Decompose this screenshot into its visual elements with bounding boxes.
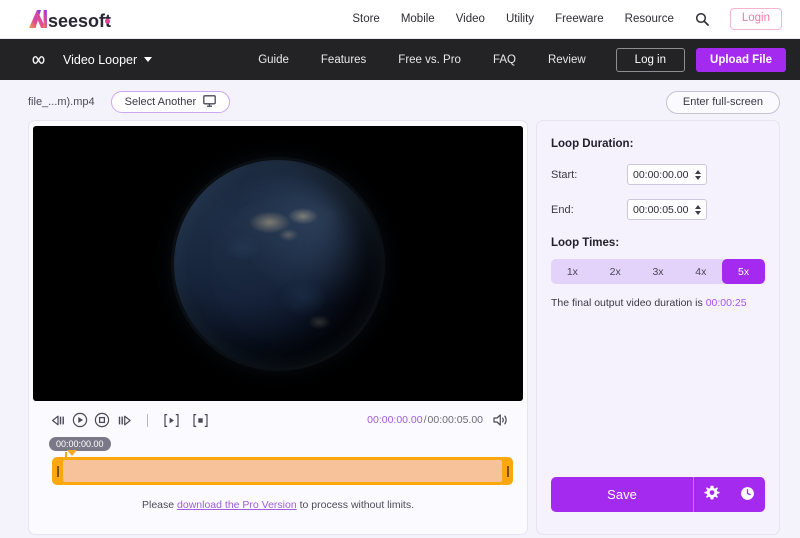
set-end-button[interactable] <box>189 409 211 431</box>
final-note-text: The final output video duration is <box>551 297 706 309</box>
loop-option-1x[interactable]: 1x <box>551 259 594 284</box>
stepper-up-icon[interactable] <box>695 169 701 174</box>
aiseesoft-logo[interactable]: seesoft <box>26 6 138 32</box>
nav-item-guide[interactable]: Guide <box>258 54 289 66</box>
video-preview[interactable] <box>33 126 523 401</box>
start-time-row: Start: 00:00:00.00 <box>551 164 765 185</box>
pro-version-note: Please download the Pro Version to proce… <box>29 499 527 511</box>
player-card: 00:00:00.00 / 00:00:05.00 00:00:00.00 Pl… <box>28 120 528 535</box>
product-name-label: Video Looper <box>63 52 138 67</box>
nav-item-review[interactable]: Review <box>548 54 586 66</box>
time-separator: / <box>423 414 427 426</box>
file-name-label: file_...m).mp4 <box>28 96 95 108</box>
loop-duration-section: Loop Duration: Start: 00:00:00.00 End: 0… <box>537 121 779 309</box>
topnav-item-utility[interactable]: Utility <box>506 13 534 25</box>
loop-option-5x[interactable]: 5x <box>722 259 765 284</box>
nav-item-free-vs-pro[interactable]: Free vs. Pro <box>398 54 461 66</box>
main-workspace: 00:00:00.00 / 00:00:05.00 00:00:00.00 Pl… <box>0 120 800 535</box>
login-button[interactable]: Login <box>729 8 782 30</box>
player-controls: 00:00:00.00 / 00:00:05.00 <box>29 405 527 435</box>
topnav-item-video[interactable]: Video <box>456 13 485 25</box>
save-button[interactable]: Save <box>551 477 693 512</box>
product-nav-links: Guide Features Free vs. Pro FAQ Review <box>258 54 585 66</box>
start-time-stepper[interactable] <box>695 169 701 180</box>
product-navigation-bar: Video Looper Guide Features Free vs. Pro… <box>0 39 800 80</box>
trim-timeline[interactable]: 00:00:00.00 <box>43 435 513 493</box>
end-time-stepper[interactable] <box>695 204 701 215</box>
end-time-row: End: 00:00:05.00 <box>551 199 765 220</box>
total-time: 00:00:05.00 <box>427 414 483 426</box>
stepper-up-icon[interactable] <box>695 204 701 209</box>
top-header-bar: seesoft Store Mobile Video Utility Freew… <box>0 0 800 39</box>
topnav-item-resource[interactable]: Resource <box>625 13 674 25</box>
infinity-icon <box>28 54 49 66</box>
loop-times-title: Loop Times: <box>551 237 620 249</box>
end-label: End: <box>551 203 574 216</box>
play-button[interactable] <box>69 409 91 431</box>
start-label: Start: <box>551 168 578 181</box>
set-start-button[interactable] <box>160 409 182 431</box>
logo-mark: seesoft <box>29 10 111 31</box>
top-navigation: Store Mobile Video Utility Freeware Reso… <box>352 8 782 30</box>
trim-range[interactable] <box>52 457 513 485</box>
chevron-down-icon <box>144 57 153 62</box>
loop-duration-title: Loop Duration: <box>551 138 634 150</box>
pro-note-suffix: to process without limits. <box>296 499 414 511</box>
time-display: 00:00:00.00 / 00:00:05.00 <box>367 414 483 426</box>
controls-divider <box>147 413 148 427</box>
stop-button[interactable] <box>91 409 113 431</box>
clock-icon <box>740 486 755 504</box>
playhead-time-tooltip: 00:00:00.00 <box>49 437 111 456</box>
topnav-item-mobile[interactable]: Mobile <box>401 13 435 25</box>
history-button[interactable] <box>729 477 765 512</box>
start-time-value: 00:00:00.00 <box>633 168 689 181</box>
end-time-value: 00:00:05.00 <box>633 203 689 216</box>
monitor-icon <box>203 94 217 110</box>
current-time: 00:00:00.00 <box>367 414 423 426</box>
trim-handle-start[interactable] <box>52 457 63 485</box>
enter-fullscreen-button[interactable]: Enter full-screen <box>665 90 780 114</box>
end-time-input[interactable]: 00:00:05.00 <box>627 199 707 220</box>
select-another-button[interactable]: Select Another <box>110 91 231 113</box>
product-selector[interactable]: Video Looper <box>63 52 153 67</box>
loop-settings-panel: Loop Duration: Start: 00:00:00.00 End: 0… <box>536 120 780 535</box>
settings-button[interactable] <box>693 477 729 512</box>
forward-button[interactable] <box>113 409 135 431</box>
save-button-group: Save <box>551 477 765 512</box>
svg-text:seesoft: seesoft <box>48 11 111 31</box>
loop-option-3x[interactable]: 3x <box>637 259 680 284</box>
rewind-button[interactable] <box>47 409 69 431</box>
volume-icon[interactable] <box>492 413 509 427</box>
nav-item-faq[interactable]: FAQ <box>493 54 516 66</box>
download-pro-version-link[interactable]: download the Pro Version <box>177 499 297 511</box>
loop-option-4x[interactable]: 4x <box>679 259 722 284</box>
upload-file-button[interactable]: Upload File <box>696 47 786 72</box>
nav-item-features[interactable]: Features <box>321 54 366 66</box>
topnav-item-freeware[interactable]: Freeware <box>555 13 604 25</box>
log-in-button[interactable]: Log in <box>615 47 686 72</box>
stepper-down-icon[interactable] <box>695 175 701 180</box>
earth-at-night-frame <box>171 156 385 371</box>
select-another-label: Select Another <box>124 96 197 108</box>
final-duration-value: 00:00:25 <box>705 297 747 309</box>
loop-option-2x[interactable]: 2x <box>594 259 637 284</box>
search-icon[interactable] <box>695 12 709 26</box>
loop-times-selector: 1x 2x 3x 4x 5x <box>551 259 765 284</box>
trim-handle-end[interactable] <box>502 457 513 485</box>
final-duration-note: The final output video duration is 00:00… <box>551 297 765 309</box>
save-action-row: Save <box>537 477 779 534</box>
topnav-item-store[interactable]: Store <box>352 13 380 25</box>
gear-icon <box>704 485 720 504</box>
stepper-down-icon[interactable] <box>695 210 701 215</box>
product-nav-actions: Log in Upload File <box>615 47 786 72</box>
start-time-input[interactable]: 00:00:00.00 <box>627 164 707 185</box>
file-toolbar: file_...m).mp4 Select Another Enter full… <box>0 84 800 120</box>
pro-note-prefix: Please <box>142 499 178 511</box>
